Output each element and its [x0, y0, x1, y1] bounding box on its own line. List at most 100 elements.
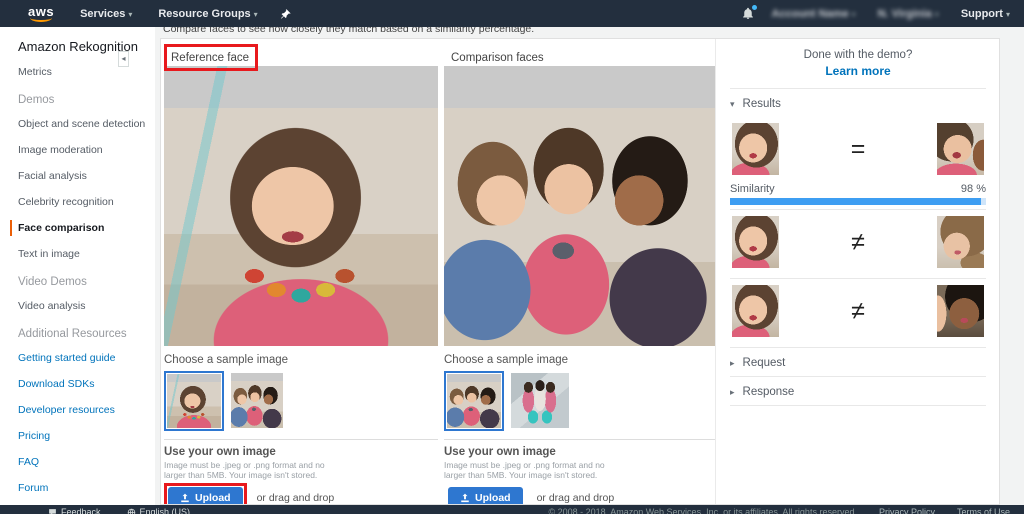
- sidebar-item-image-moderation[interactable]: Image moderation: [18, 142, 155, 158]
- sidebar-item-metrics[interactable]: Metrics: [18, 64, 155, 80]
- choose-sample-label: Choose a sample image: [164, 354, 289, 366]
- nav-support-menu[interactable]: Support ▾: [961, 8, 1010, 20]
- notification-dot: [751, 5, 757, 10]
- footer-right-group: © 2008 - 2018, Amazon Web Services, Inc.…: [549, 507, 1010, 514]
- upload-constraints: Image must be .jpeg or .png format and n…: [444, 460, 715, 480]
- reference-sample-1-selected[interactable]: [164, 371, 224, 431]
- comparison-upload-button[interactable]: Upload: [448, 487, 523, 504]
- similarity-progress-fill: [730, 198, 981, 205]
- annotation-box-upload: Upload: [164, 483, 247, 504]
- sidebar-collapse-icon[interactable]: ◂: [118, 51, 129, 67]
- sidebar-item-celebrity-recognition[interactable]: Celebrity recognition: [18, 194, 155, 210]
- result-2-reference-face: [732, 216, 779, 268]
- divider: [164, 439, 438, 440]
- request-section-header[interactable]: ▸ Request: [730, 348, 986, 376]
- comparison-faces-label: Comparison faces: [451, 52, 544, 64]
- similarity-progress-bar: [730, 198, 986, 205]
- aws-logo-text: aws: [28, 3, 55, 19]
- sidebar-section-video-demos: Video Demos: [18, 276, 87, 288]
- reference-label-row: Reference face: [164, 44, 438, 71]
- sidebar-item-object-scene-detection[interactable]: Object and scene detection: [18, 116, 155, 132]
- sidebar-item-text-in-image[interactable]: Text in image: [18, 246, 155, 262]
- divider: [444, 439, 715, 440]
- reference-upload-row: Upload or drag and drop: [164, 483, 438, 504]
- sidebar-item-video-analysis[interactable]: Video analysis: [18, 298, 155, 314]
- similarity-value: 98 %: [960, 183, 986, 195]
- support-label: Support: [960, 7, 1003, 20]
- globe-icon: [127, 508, 135, 514]
- feedback-link[interactable]: Feedback: [48, 507, 101, 514]
- use-own-image-label: Use your own image: [164, 446, 276, 458]
- upload-constraints: Image must be .jpeg or .png format and n…: [164, 460, 438, 480]
- comparison-sample-2[interactable]: [511, 373, 569, 428]
- aws-console-page: aws Services ▾ Resource Groups ▾ Account N…: [0, 0, 1024, 514]
- sidebar-link-developer-resources[interactable]: Developer resources: [18, 402, 155, 418]
- speech-bubble-icon: [49, 508, 56, 514]
- sidebar-link-download-sdks[interactable]: Download SDKs: [18, 376, 155, 392]
- comparison-photo: [444, 66, 715, 346]
- face-comparison-panel: Reference face Choose a sample image Use…: [160, 38, 1000, 505]
- result-row-2: ≠: [730, 210, 986, 274]
- language-selector[interactable]: English (US): [127, 507, 191, 514]
- comparison-sample-1-selected[interactable]: [444, 371, 504, 431]
- results-section-header[interactable]: ▾ Results: [730, 89, 986, 117]
- caret-right-icon: ▸: [730, 357, 735, 368]
- sidebar-title[interactable]: Amazon Rekognition: [18, 39, 155, 54]
- comparison-sample-1-image: [447, 374, 501, 428]
- chevron-down-icon: ▾: [934, 9, 939, 19]
- nav-services-label: Services: [80, 7, 126, 20]
- nav-region-menu[interactable]: N. Virginia ▾: [878, 8, 939, 20]
- sidebar-section-additional-resources: Additional Resources: [18, 328, 127, 340]
- comparison-label-row: Comparison faces: [444, 44, 715, 66]
- done-with-demo-text: Done with the demo?: [803, 49, 913, 61]
- reference-sample-1-image: [167, 374, 221, 428]
- response-header-label: Response: [742, 386, 795, 398]
- reference-upload-button[interactable]: Upload: [168, 487, 243, 504]
- result-1-matched-face: [936, 123, 984, 175]
- use-own-image-label: Use your own image: [444, 446, 556, 458]
- feedback-label: Feedback: [61, 507, 101, 514]
- terms-of-use-link[interactable]: Terms of Use: [957, 507, 1010, 514]
- comparison-label-wrap: Comparison faces: [444, 44, 553, 71]
- caret-right-icon: ▸: [730, 386, 735, 397]
- sidebar-item-face-comparison[interactable]: Face comparison: [10, 220, 155, 236]
- results-column: Done with the demo? Learn more ▾ Results…: [715, 39, 999, 504]
- request-header-label: Request: [742, 357, 786, 369]
- result-2-compared-face: [936, 216, 984, 268]
- sidebar-link-faq[interactable]: FAQ: [18, 454, 155, 470]
- nav-resource-groups-menu[interactable]: Resource Groups ▾: [158, 8, 257, 20]
- copyright-text: © 2008 - 2018, Amazon Web Services, Inc.…: [548, 507, 857, 514]
- constraints-line-1: Image must be .jpeg or .png format and n…: [444, 460, 605, 470]
- pushpin-icon[interactable]: [280, 8, 291, 20]
- divider: [730, 405, 986, 406]
- nav-services-menu[interactable]: Services ▾: [80, 8, 132, 20]
- language-label: English (US): [139, 507, 191, 514]
- reference-sample-2[interactable]: [231, 373, 283, 428]
- result-1-reference-face: [732, 123, 779, 175]
- nav-account-menu[interactable]: Account Name ▾: [772, 8, 856, 20]
- comparison-sample-thumbnails: [444, 371, 715, 431]
- nav-resource-groups-label: Resource Groups: [158, 7, 251, 20]
- result-3-reference-face: [732, 285, 779, 337]
- equals-icon: =: [850, 134, 866, 163]
- aws-logo[interactable]: aws: [28, 3, 55, 22]
- chevron-down-icon: ▾: [1005, 9, 1010, 19]
- constraints-line-2: larger than 5MB. Your image isn't stored…: [164, 470, 318, 480]
- chevron-down-icon: ▾: [851, 9, 856, 19]
- sidebar-link-getting-started[interactable]: Getting started guide: [18, 350, 155, 366]
- account-name-redacted: Account Name: [771, 7, 849, 20]
- upload-button-label: Upload: [475, 492, 511, 504]
- sidebar-item-facial-analysis[interactable]: Facial analysis: [18, 168, 155, 184]
- result-3-compared-face: [936, 285, 984, 337]
- privacy-policy-link[interactable]: Privacy Policy: [879, 507, 935, 514]
- upload-icon: [181, 493, 189, 503]
- response-section-header[interactable]: ▸ Response: [730, 377, 986, 405]
- notifications-bell-icon[interactable]: [742, 5, 757, 20]
- chevron-down-icon: ▾: [128, 9, 133, 19]
- sidebar-link-forum[interactable]: Forum: [18, 480, 155, 496]
- constraints-line-1: Image must be .jpeg or .png format and n…: [164, 460, 325, 470]
- sidebar-link-pricing[interactable]: Pricing: [18, 428, 155, 444]
- similarity-label: Similarity: [730, 183, 775, 195]
- learn-more-link[interactable]: Learn more: [730, 64, 986, 78]
- results-header-label: Results: [742, 98, 781, 110]
